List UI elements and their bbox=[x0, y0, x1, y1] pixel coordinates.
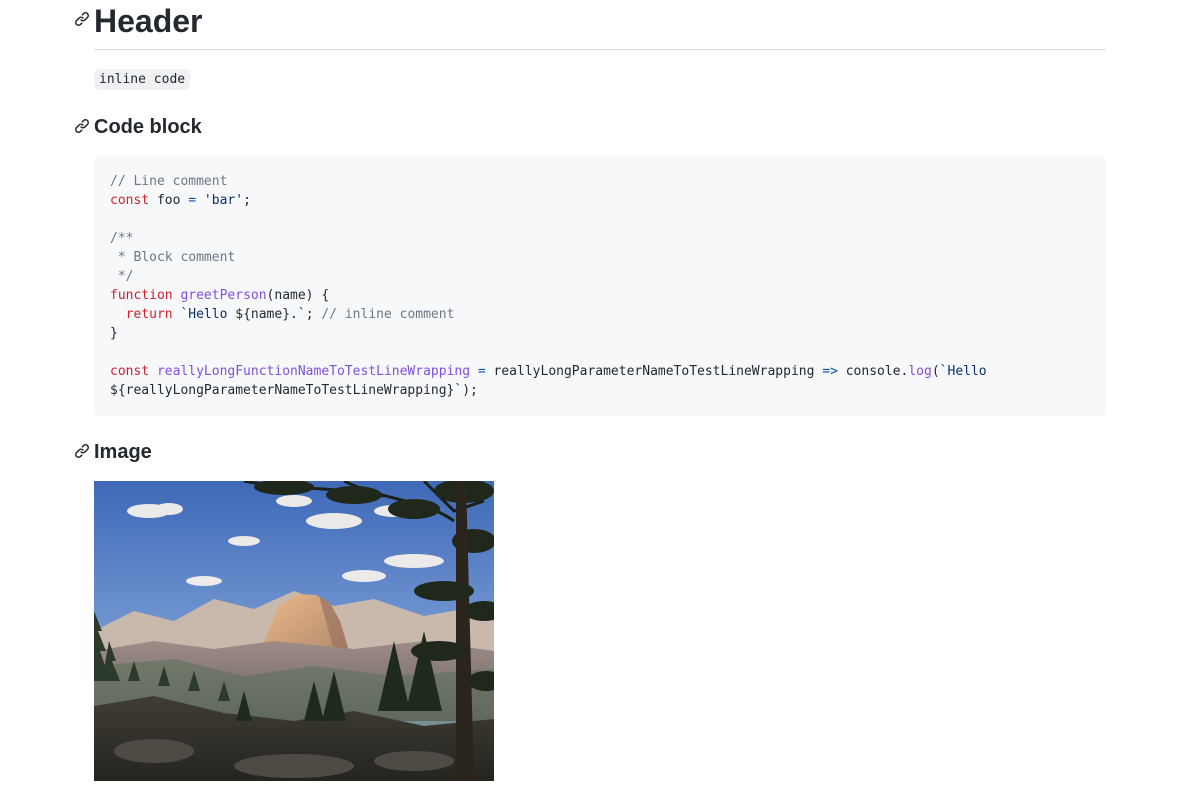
code-string: 'bar' bbox=[196, 193, 244, 208]
code-method-name: log bbox=[908, 364, 932, 379]
code-block-comment-body: * Block comment bbox=[110, 250, 236, 265]
code-keyword: return bbox=[125, 307, 173, 322]
code-block-heading: Code block bbox=[94, 116, 202, 138]
code-operator: = bbox=[188, 193, 197, 208]
code-function-name: greetPerson bbox=[172, 288, 267, 303]
code-function-name: reallyLongFunctionNameToTestLineWrapping bbox=[149, 364, 471, 379]
markdown-page: Header inline code Code block // Line co… bbox=[0, 0, 1200, 800]
code-content: // Line comment const foo = 'bar'; /** *… bbox=[110, 172, 1090, 400]
code-punctuation: ); bbox=[462, 383, 478, 398]
code-block-comment-end: */ bbox=[110, 269, 134, 284]
header-divider bbox=[94, 49, 1106, 50]
code-punctuation: ; bbox=[305, 307, 322, 322]
code-interpolation: ${reallyLongParameterNameToTestLineWrapp… bbox=[110, 383, 455, 398]
code-keyword: const bbox=[110, 193, 150, 208]
code-interpolation: ${name} bbox=[235, 307, 291, 322]
code-params: (name) { bbox=[266, 288, 330, 303]
code-block-anchor-link-icon[interactable] bbox=[74, 118, 90, 134]
code-template-string: `Hello bbox=[939, 364, 987, 379]
code-closing-brace: } bbox=[110, 326, 118, 341]
code-paren: ( bbox=[931, 364, 940, 379]
code-block-comment-start: /** bbox=[110, 231, 134, 246]
code-keyword: function bbox=[110, 288, 173, 303]
page-title: Header bbox=[94, 3, 203, 39]
image-anchor-link-icon[interactable] bbox=[74, 443, 90, 459]
code-keyword: const bbox=[110, 364, 150, 379]
code-block: // Line comment const foo = 'bar'; /** *… bbox=[94, 156, 1106, 416]
inline-code-sample: inline code bbox=[94, 69, 191, 90]
code-template-string: .` bbox=[290, 307, 306, 322]
header-anchor-link-icon[interactable] bbox=[74, 11, 90, 27]
code-template-string: `Hello bbox=[172, 307, 236, 322]
code-operator: = bbox=[470, 364, 486, 379]
code-console: console. bbox=[837, 364, 909, 379]
code-punctuation: ; bbox=[243, 193, 251, 208]
code-inline-comment: // inline comment bbox=[321, 307, 455, 322]
code-identifier: foo bbox=[149, 193, 189, 208]
code-parameter: reallyLongParameterNameToTestLineWrappin… bbox=[485, 364, 823, 379]
landscape-photo bbox=[94, 481, 494, 781]
image-heading: Image bbox=[94, 441, 152, 463]
code-line-comment: // Line comment bbox=[110, 174, 228, 189]
code-arrow-operator: => bbox=[822, 364, 838, 379]
